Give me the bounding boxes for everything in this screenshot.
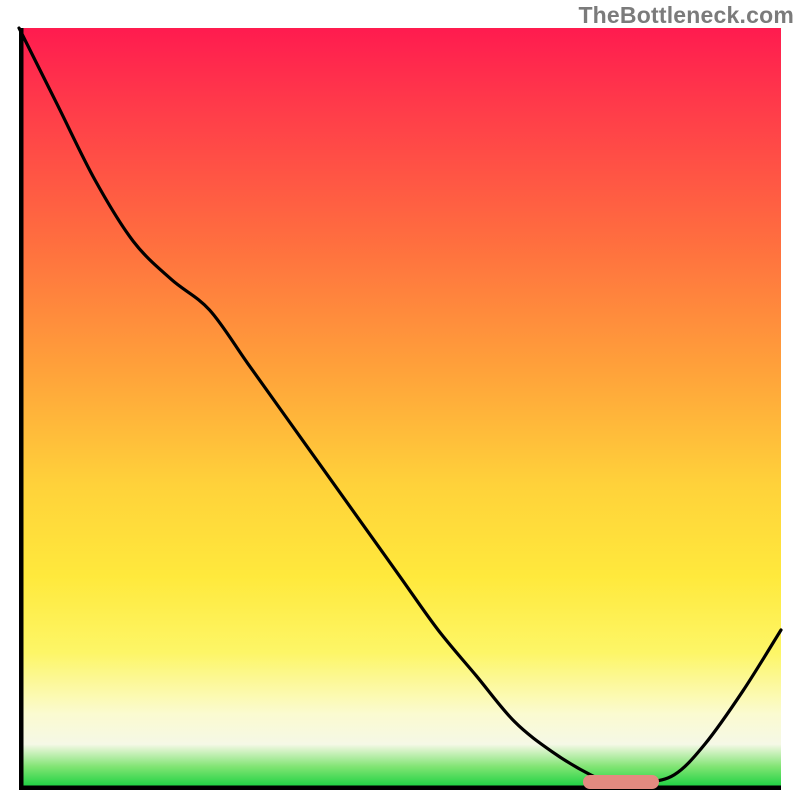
curve-path: [19, 28, 781, 783]
chart-curve: [19, 28, 781, 790]
watermark-text: TheBottleneck.com: [578, 2, 794, 29]
bottleneck-chart: [19, 28, 781, 790]
bottleneck-marker: [583, 775, 659, 789]
